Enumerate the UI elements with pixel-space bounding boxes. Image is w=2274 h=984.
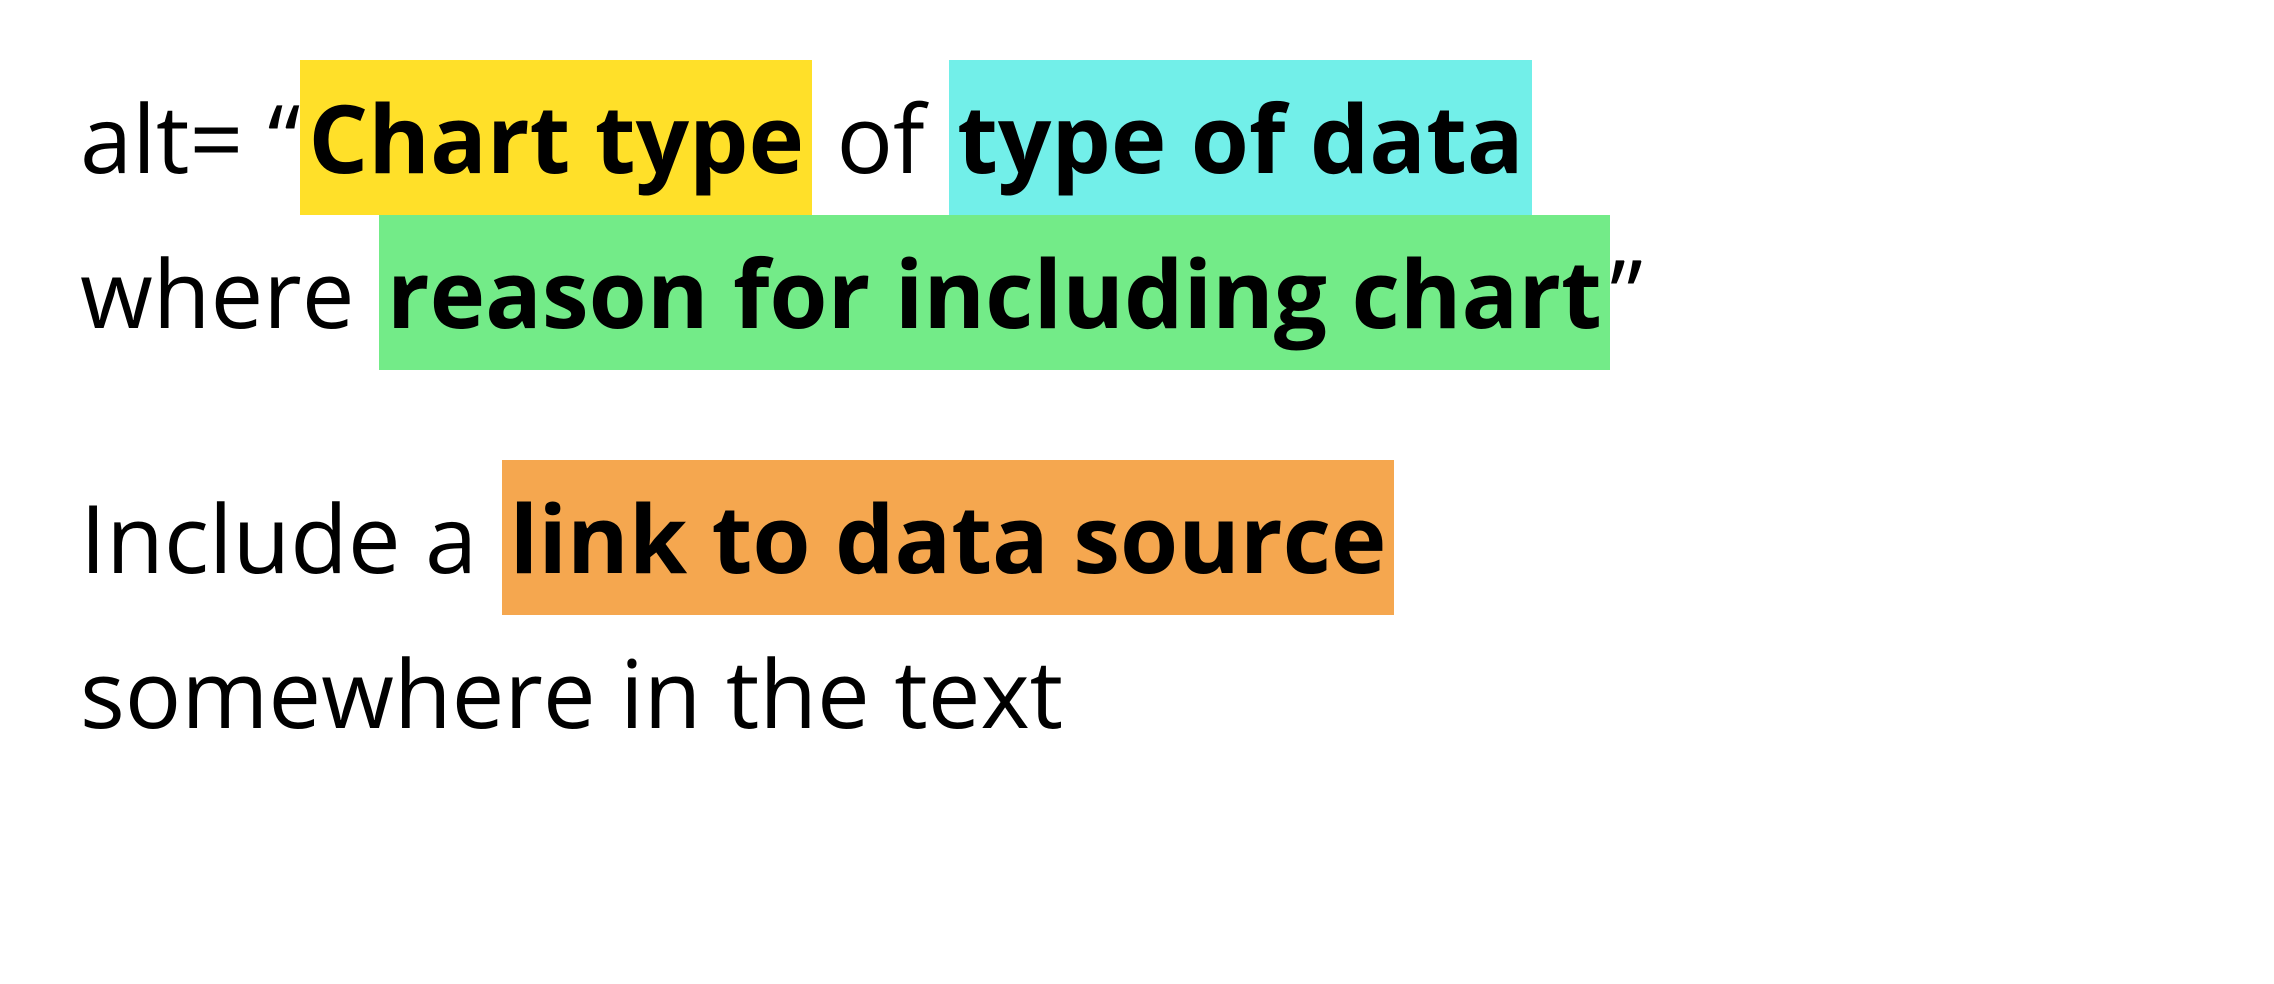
include-a: Include a [80, 473, 502, 601]
reason-highlight: reason for including chart [379, 215, 1610, 370]
alt-of: of [812, 73, 949, 201]
alt-where: where [80, 228, 379, 356]
type-of-data-highlight: type of data [949, 60, 1532, 215]
alt-prefix: alt= “ [80, 73, 300, 201]
data-source-line-1: Include a link to data source [80, 460, 2194, 615]
alt-text-line-2: where reason for including chart” [80, 215, 2194, 370]
data-source-line-2: somewhere in the text [80, 615, 2194, 770]
chart-type-highlight: Chart type [300, 60, 812, 215]
link-to-data-source-highlight: link to data source [502, 460, 1395, 615]
alt-closequote: ” [1610, 228, 1643, 356]
alt-text-formula-block: alt= “Chart type of type of data where r… [80, 60, 2194, 370]
data-source-block: Include a link to data source somewhere … [80, 460, 2194, 770]
alt-text-line-1: alt= “Chart type of type of data [80, 60, 2194, 215]
